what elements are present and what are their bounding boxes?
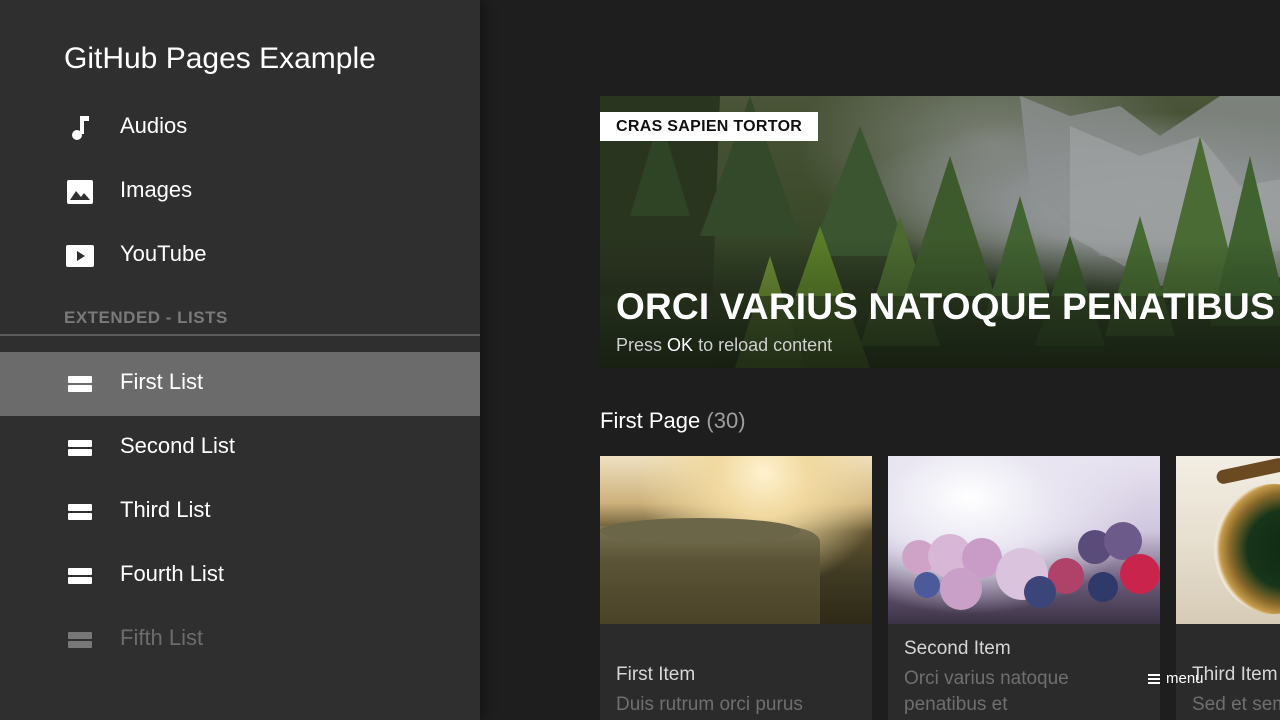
section-title-text: First Page: [600, 408, 701, 433]
berry-shape: [940, 568, 982, 610]
play-icon: [66, 244, 94, 268]
sidebar-item-label: First List: [120, 369, 204, 394]
card-thumbnail: [888, 456, 1160, 624]
menu-hint[interactable]: menu: [1148, 670, 1204, 687]
sidebar-item-label: Fifth List: [120, 625, 204, 650]
card-title: First Item: [616, 664, 696, 685]
card-thumbnail: [1176, 456, 1280, 624]
section-count: (30): [706, 408, 746, 433]
app-root: CRAS SAPIEN TORTOR ORCI VARIUS NATOQUE P…: [0, 0, 1280, 720]
image-icon: [66, 180, 94, 204]
sidebar-item-first-list[interactable]: First List: [0, 352, 480, 416]
list-icon: [66, 564, 94, 588]
card-title: Third Item: [1192, 664, 1278, 685]
sidebar-section-label: EXTENDED - LISTS: [64, 308, 228, 327]
list-icon: [66, 628, 94, 652]
sidebar-item-label: Images: [120, 177, 193, 202]
berry-shape: [1120, 554, 1160, 594]
hero-hint: Press OK to reload content: [616, 335, 832, 356]
list-icon: [66, 500, 94, 524]
sidebar-item-second-list[interactable]: Second List: [0, 416, 480, 480]
hero-tag: CRAS SAPIEN TORTOR: [600, 112, 819, 141]
sidebar-item-fifth-list[interactable]: Fifth List: [0, 608, 480, 672]
sidebar-item-audios[interactable]: Audios: [0, 96, 480, 160]
sidebar-item-label: Fourth List: [120, 561, 224, 586]
main-content: CRAS SAPIEN TORTOR ORCI VARIUS NATOQUE P…: [480, 0, 1280, 720]
card-description: Orci varius natoque penatibus et: [904, 668, 1069, 715]
sidebar-item-youtube[interactable]: YouTube: [0, 224, 480, 288]
hamburger-icon: [1148, 673, 1160, 684]
cup-shape: [1214, 484, 1280, 614]
berry-shape: [1024, 576, 1056, 608]
card-description: Sed et sem: [1192, 694, 1280, 715]
card-second-item[interactable]: Second Item Orci varius natoque penatibu…: [888, 456, 1160, 720]
sidebar-divider: [0, 334, 480, 336]
sidebar: GitHub Pages Example Audios Images YouTu…: [0, 0, 480, 720]
sidebar-item-images[interactable]: Images: [0, 160, 480, 224]
stump-top-shape: [600, 518, 800, 544]
sidebar-title: GitHub Pages Example: [64, 42, 376, 75]
card-first-item[interactable]: First Item Duis rutrum orci purus: [600, 456, 872, 720]
music-note-icon: [66, 116, 94, 140]
sidebar-item-label: Third List: [120, 497, 211, 522]
sidebar-item-label: Second List: [120, 433, 235, 458]
berry-shape: [1088, 572, 1118, 602]
sidebar-item-third-list[interactable]: Third List: [0, 480, 480, 544]
hint-ok-key: OK: [667, 335, 694, 355]
hint-rest: to reload content: [698, 335, 833, 355]
card-title: Second Item: [904, 638, 1011, 659]
menu-hint-label: menu: [1166, 670, 1204, 687]
berry-shape: [914, 572, 940, 598]
sidebar-item-label: Audios: [120, 113, 188, 138]
list-icon: [66, 436, 94, 460]
stick-shape: [1215, 456, 1280, 486]
list-icon: [66, 372, 94, 396]
hero-banner[interactable]: CRAS SAPIEN TORTOR ORCI VARIUS NATOQUE P…: [600, 96, 1280, 368]
section-title: First Page (30): [600, 408, 746, 434]
card-thumbnail: [600, 456, 872, 624]
sidebar-item-label: YouTube: [120, 241, 207, 266]
hero-title: ORCI VARIUS NATOQUE PENATIBUS: [616, 286, 1275, 327]
sidebar-item-fourth-list[interactable]: Fourth List: [0, 544, 480, 608]
card-description: Duis rutrum orci purus: [616, 694, 803, 715]
hint-press: Press: [616, 335, 663, 355]
